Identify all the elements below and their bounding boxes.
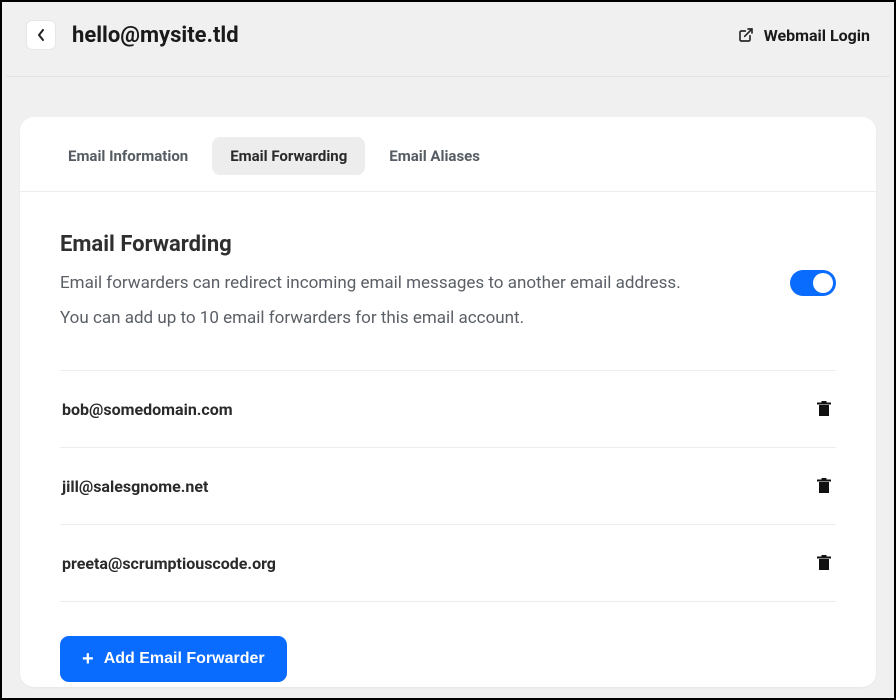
webmail-login-label: Webmail Login [764, 26, 870, 45]
delete-forwarder-button[interactable] [814, 553, 834, 573]
plus-icon: + [82, 649, 94, 669]
delete-forwarder-button[interactable] [814, 476, 834, 496]
forwarder-row: jill@salesgnome.net [60, 447, 836, 524]
external-link-icon [738, 27, 754, 43]
header-left: hello@mysite.tld [26, 20, 239, 50]
section-header-row: Email Forwarding Email forwarders can re… [60, 232, 836, 340]
section-desc-2: You can add up to 10 email forwarders fo… [60, 306, 681, 331]
forwarder-email: preeta@scrumptiouscode.org [62, 554, 276, 573]
trash-icon [817, 401, 831, 417]
back-button[interactable] [26, 20, 56, 50]
tabs: Email Information Email Forwarding Email… [20, 117, 876, 192]
tab-email-aliases[interactable]: Email Aliases [371, 137, 498, 175]
forwarder-email: bob@somedomain.com [62, 400, 233, 419]
page-header: hello@mysite.tld Webmail Login [2, 2, 894, 76]
trash-icon [817, 555, 831, 571]
forwarder-email: jill@salesgnome.net [62, 477, 208, 496]
section-desc-1: Email forwarders can redirect incoming e… [60, 271, 681, 296]
tab-email-information[interactable]: Email Information [50, 137, 206, 175]
forwarding-toggle[interactable] [790, 270, 836, 296]
chevron-left-icon [37, 29, 45, 41]
toggle-knob [813, 273, 833, 293]
section-title: Email Forwarding [60, 232, 681, 257]
add-email-forwarder-button[interactable]: + Add Email Forwarder [60, 636, 287, 682]
add-button-label: Add Email Forwarder [104, 650, 265, 668]
main-card: Email Information Email Forwarding Email… [20, 117, 876, 687]
header-divider [6, 76, 890, 77]
webmail-login-link[interactable]: Webmail Login [738, 26, 870, 45]
forwarder-list: bob@somedomain.com jill@salesgnome.net p… [60, 370, 836, 602]
tab-email-forwarding[interactable]: Email Forwarding [212, 137, 365, 175]
forwarder-row: preeta@scrumptiouscode.org [60, 524, 836, 602]
forwarding-section: Email Forwarding Email forwarders can re… [20, 192, 876, 682]
trash-icon [817, 478, 831, 494]
section-text: Email Forwarding Email forwarders can re… [60, 232, 681, 340]
page-title: hello@mysite.tld [72, 23, 239, 48]
delete-forwarder-button[interactable] [814, 399, 834, 419]
forwarder-row: bob@somedomain.com [60, 370, 836, 447]
